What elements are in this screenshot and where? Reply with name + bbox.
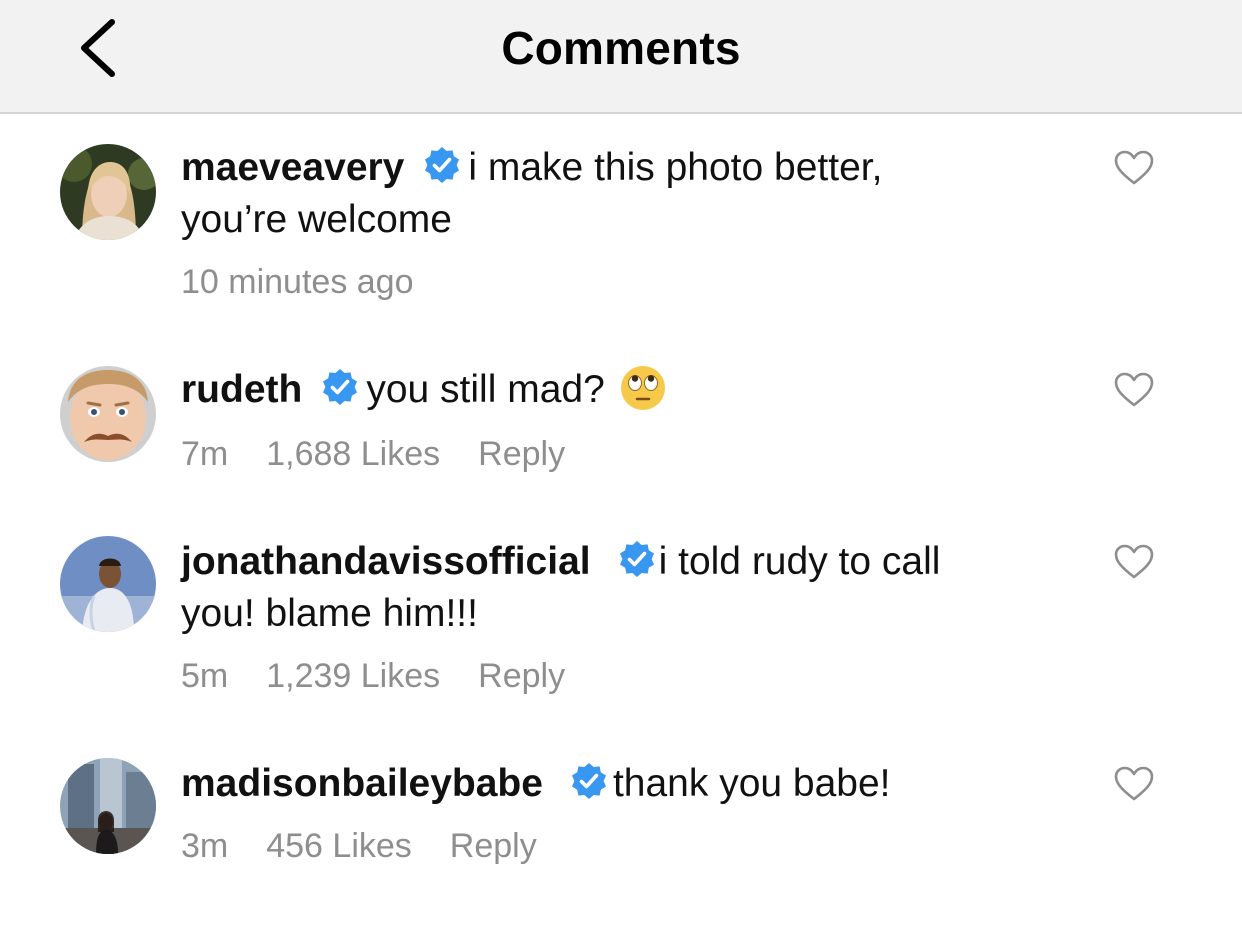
comment-text: maeveavery i make this photo better, you’r…	[181, 142, 1001, 246]
comment-time: 7m	[181, 435, 229, 473]
comment-time: 10 minutes ago	[181, 263, 414, 301]
comment-meta: 3m 456 Likes Reply	[181, 824, 575, 868]
comment-body: you still mad?	[366, 368, 605, 411]
avatar[interactable]	[60, 366, 156, 462]
face-with-rolling-eyes-icon	[620, 366, 665, 410]
comment-text: madisonbaileybabe thank you babe!	[181, 758, 1001, 810]
comment-body: i make this photo better,	[468, 146, 883, 189]
comment-time: 5m	[181, 657, 229, 695]
comment-text: rudeth you still mad?	[181, 364, 1001, 416]
avatar[interactable]	[60, 144, 156, 240]
heart-outline-icon[interactable]	[1114, 544, 1154, 580]
verified-badge-icon	[571, 763, 606, 799]
comment-body-continued: you! blame him!!!	[181, 592, 478, 635]
comment-meta: 10 minutes ago	[181, 260, 452, 304]
comment-meta: 7m 1,688 Likes Reply	[181, 432, 603, 476]
comment-likes[interactable]: 456 Likes	[266, 827, 412, 865]
heart-outline-icon[interactable]	[1114, 150, 1154, 186]
verified-badge-icon	[425, 147, 460, 183]
comment-username[interactable]: maeveavery	[181, 146, 404, 189]
comment-meta: 5m 1,239 Likes Reply	[181, 654, 603, 698]
comment-likes[interactable]: 1,688 Likes	[266, 435, 440, 473]
comment-time: 3m	[181, 827, 229, 865]
avatar[interactable]	[60, 758, 156, 854]
comment-body: i told rudy to call	[658, 540, 941, 583]
comment-text: jonathandavissofficial i told rudy to cal…	[181, 536, 1001, 640]
header-bar: Comments	[0, 0, 1242, 114]
page-title: Comments	[501, 22, 741, 74]
reply-button[interactable]: Reply	[478, 657, 565, 695]
reply-button[interactable]: Reply	[450, 827, 537, 865]
avatar[interactable]	[60, 536, 156, 632]
heart-outline-icon[interactable]	[1114, 766, 1154, 802]
comment-likes[interactable]: 1,239 Likes	[266, 657, 440, 695]
comment-username[interactable]: madisonbaileybabe	[181, 762, 543, 805]
verified-badge-icon	[323, 369, 358, 405]
heart-outline-icon[interactable]	[1114, 372, 1154, 408]
comment-username[interactable]: rudeth	[181, 368, 302, 411]
verified-badge-icon	[619, 541, 654, 577]
comment-username[interactable]: jonathandavissofficial	[181, 540, 591, 583]
comment-body: thank you babe!	[612, 762, 891, 805]
reply-button[interactable]: Reply	[478, 435, 565, 473]
comment-body-continued: you’re welcome	[181, 198, 452, 241]
